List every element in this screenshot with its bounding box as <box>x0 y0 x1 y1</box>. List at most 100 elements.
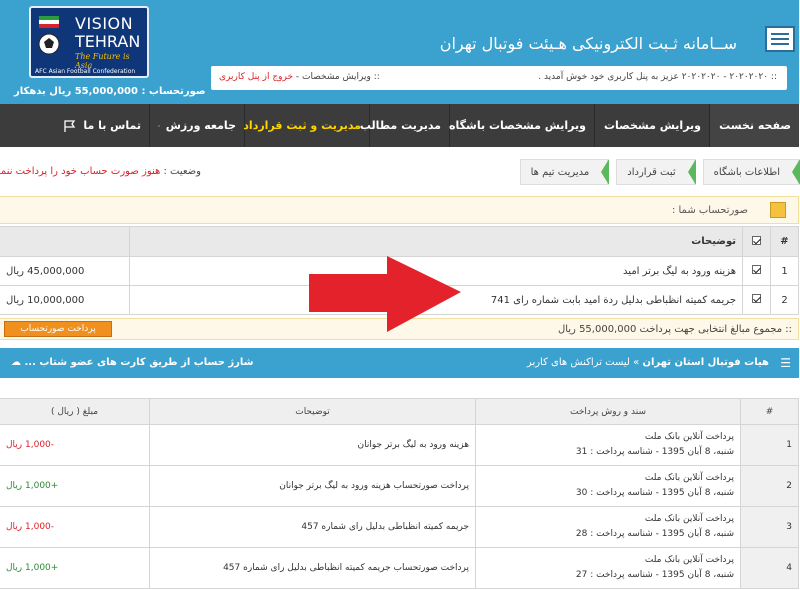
col-number: # <box>741 398 800 425</box>
row-method: پرداخت آنلاین بانک ملت شنبه، 8 آبان 1395 … <box>476 465 742 507</box>
nav-item-label: تماس با ما <box>84 119 142 132</box>
row-method: پرداخت آنلاین بانک ملت شنبه، 8 آبان 1395 … <box>476 424 742 466</box>
red-arrow-icon <box>310 256 462 332</box>
table-row: 2 پرداخت آنلاین بانک ملت شنبه، 8 آبان 139… <box>0 465 800 507</box>
invoice-header-row: # توضیحات <box>0 226 800 257</box>
row-amount: +1,000 ریال <box>0 547 151 589</box>
nav-item-community[interactable]: جامعه ورزش <box>150 104 245 147</box>
pay-invoice-button[interactable]: پرداخت صورتحساب <box>5 321 113 337</box>
row-description: پرداخت صورتحساب هزینه ورود به لیگ برتر ج… <box>150 465 477 507</box>
welcome-text: :: ۲۰۲۰۲۰۲۰ - ۲۰۲۰۲۰۲۰ عزیز به پنل کاربر… <box>539 72 778 82</box>
col-amount: مبلغ ( ریال ) <box>0 398 151 425</box>
method-date: شنبه، 8 آبان 1395 - شناسه پرداخت : 28 <box>576 529 735 539</box>
menu-icon[interactable]: ☰ <box>781 356 792 370</box>
header: VISION TEHRAN The Future is Asia AFC Asi… <box>0 0 800 104</box>
balance-text: صورتحساب : 55,000,000 ریال بدهکار <box>15 86 207 97</box>
nav-item-edit-profile[interactable]: ویرایش مشخصات <box>595 104 710 147</box>
row-checkbox[interactable] <box>743 285 772 315</box>
breadcrumb-teams[interactable]: مدیریت تیم ها <box>520 159 610 185</box>
nav-item-label: صفحه نخست <box>720 119 792 132</box>
nav-item-label: ویرایش مشخصات باشگاه <box>450 119 587 132</box>
welcome-bar: :: ۲۰۲۰۲۰۲۰ - ۲۰۲۰۲۰۲۰ عزیز به پنل کاربر… <box>212 66 788 90</box>
row-description: جریمه کمیته انظباطی بدلیل رای شماره 457 <box>150 506 477 548</box>
breadcrumb-current: لیست تراکنش های کاربر <box>527 357 631 368</box>
status-label: وضعیت : <box>164 166 202 177</box>
breadcrumb: اطلاعات باشگاه ثبت قرارداد مدیریت تیم ها <box>513 156 800 188</box>
charge-text: شارژ حساب از طریق کارت های عضو شتاب ... <box>25 357 255 368</box>
nav-item-label: مدیریت و ثبت قرارداد <box>244 119 362 132</box>
transactions-table: # سند و روش پرداخت توضیحات مبلغ ( ریال )… <box>0 398 800 589</box>
user-links: :: ویرایش مشخصات - خروج از پنل کاربری <box>220 72 381 82</box>
breadcrumb-label: مدیریت تیم ها <box>531 166 591 178</box>
row-checkbox[interactable] <box>743 256 772 286</box>
table-row: 3 پرداخت آنلاین بانک ملت شنبه، 8 آبان 139… <box>0 506 800 548</box>
col-method: سند و روش پرداخت <box>476 398 742 425</box>
row-number: 1 <box>771 256 800 286</box>
nav-item-label: جامعه ورزش <box>166 119 237 132</box>
transactions-breadcrumb: هیات فوتبال استان تهران » لیست تراکنش ها… <box>528 357 770 368</box>
invoice-header: صورتحساب شما : <box>0 196 800 224</box>
row-amount: 10,000,000 ریال <box>0 285 131 315</box>
list-icon <box>766 26 796 52</box>
col-description: توضیحات <box>130 226 744 257</box>
row-number: 4 <box>741 547 800 589</box>
method-name: پرداخت آنلاین بانک ملت <box>645 432 735 442</box>
flag-icon <box>65 119 77 132</box>
logo-afc: AFC Asian Football Confederation <box>36 68 137 75</box>
logo-line2: TEHRAN <box>76 32 142 51</box>
breadcrumb-label: ثبت قرارداد <box>628 166 677 178</box>
table-row: 1 پرداخت آنلاین بانک ملت شنبه، 8 آبان 139… <box>0 424 800 466</box>
nav-item-label: مدیریت مطالب <box>360 119 442 132</box>
nav-item-label: ویرایش مشخصات <box>604 119 702 132</box>
select-all-checkbox[interactable] <box>743 226 772 257</box>
breadcrumb-contract[interactable]: ثبت قرارداد <box>617 159 698 185</box>
row-method: پرداخت آنلاین بانک ملت شنبه، 8 آبان 1395 … <box>476 547 742 589</box>
payment-status: وضعیت : هنوز صورت حساب خود را پرداخت ننم… <box>0 166 202 177</box>
users-icon <box>159 124 161 127</box>
row-amount: -1,000 ریال <box>0 506 151 548</box>
vision-tehran-logo[interactable]: VISION TEHRAN The Future is Asia AFC Asi… <box>30 6 150 78</box>
method-date: شنبه، 8 آبان 1395 - شناسه پرداخت : 31 <box>576 447 735 457</box>
breadcrumb-label: اطلاعات باشگاه <box>714 166 781 178</box>
row-description: پرداخت صورتحساب جریمه کمیته انظباطی بدلی… <box>150 547 477 589</box>
row-number: 2 <box>771 285 800 315</box>
breadcrumb-club-info[interactable]: اطلاعات باشگاه <box>703 159 800 185</box>
nav-item-edit-club[interactable]: ویرایش مشخصات باشگاه <box>450 104 595 147</box>
status-value: هنوز صورت حساب خود را پرداخت ننموده اید <box>0 166 162 177</box>
logout-link[interactable]: خروج از پنل کاربری <box>220 72 294 82</box>
nav-item-content[interactable]: مدیریت مطالب <box>361 104 450 147</box>
row-amount: -1,000 ریال <box>0 424 151 466</box>
row-description: هزینه ورود به لیگ برتر جوانان <box>150 424 477 466</box>
federation-emblem-icon <box>39 16 61 55</box>
logo-line1: VISION <box>76 14 135 33</box>
row-number: 3 <box>741 506 800 548</box>
breadcrumb-separator: » <box>634 357 641 368</box>
row-amount: 45,000,000 ریال <box>0 256 131 286</box>
total-text: :: مجموع مبالغ انتخابی جهت پرداخت 55,000… <box>558 324 793 335</box>
nav-item-contact[interactable]: تماس با ما <box>0 104 150 147</box>
method-date: شنبه، 8 آبان 1395 - شناسه پرداخت : 30 <box>576 488 735 498</box>
row-number: 1 <box>741 424 800 466</box>
row-amount: +1,000 ریال <box>0 465 151 507</box>
checkbox-icon <box>753 235 762 245</box>
row-method: پرداخت آنلاین بانک ملت شنبه، 8 آبان 1395 … <box>476 506 742 548</box>
nav-item-contracts[interactable]: مدیریت و ثبت قرارداد <box>244 104 370 147</box>
col-number: # <box>771 226 800 257</box>
edit-profile-link[interactable]: :: ویرایش مشخصات - <box>294 72 381 82</box>
method-date: شنبه، 8 آبان 1395 - شناسه پرداخت : 27 <box>576 570 735 580</box>
checkbox-icon <box>753 265 762 274</box>
transactions-header-row: # سند و روش پرداخت توضیحات مبلغ ( ریال ) <box>0 398 800 425</box>
transactions-header: ☰ هیات فوتبال استان تهران » لیست تراکنش … <box>0 348 800 378</box>
charge-account-link[interactable]: شارژ حساب از طریق کارت های عضو شتاب ... … <box>12 357 255 368</box>
main-nav: صفحه نخست ویرایش مشخصات ویرایش مشخصات با… <box>0 104 800 147</box>
nav-item-home[interactable]: صفحه نخست <box>710 104 800 147</box>
invoice-icon <box>771 202 787 218</box>
col-amount <box>0 226 131 257</box>
row-number: 2 <box>741 465 800 507</box>
invoice-title: صورتحساب شما : <box>672 205 749 216</box>
cloud-upload-icon: ☁ <box>12 357 22 368</box>
method-name: پرداخت آنلاین بانک ملت <box>645 555 735 565</box>
site-title: ســامانه ثـبت الکترونیکی هـیئت فوتبال ته… <box>440 34 738 53</box>
breadcrumb-root[interactable]: هیات فوتبال استان تهران <box>643 357 770 368</box>
col-description: توضیحات <box>150 398 477 425</box>
